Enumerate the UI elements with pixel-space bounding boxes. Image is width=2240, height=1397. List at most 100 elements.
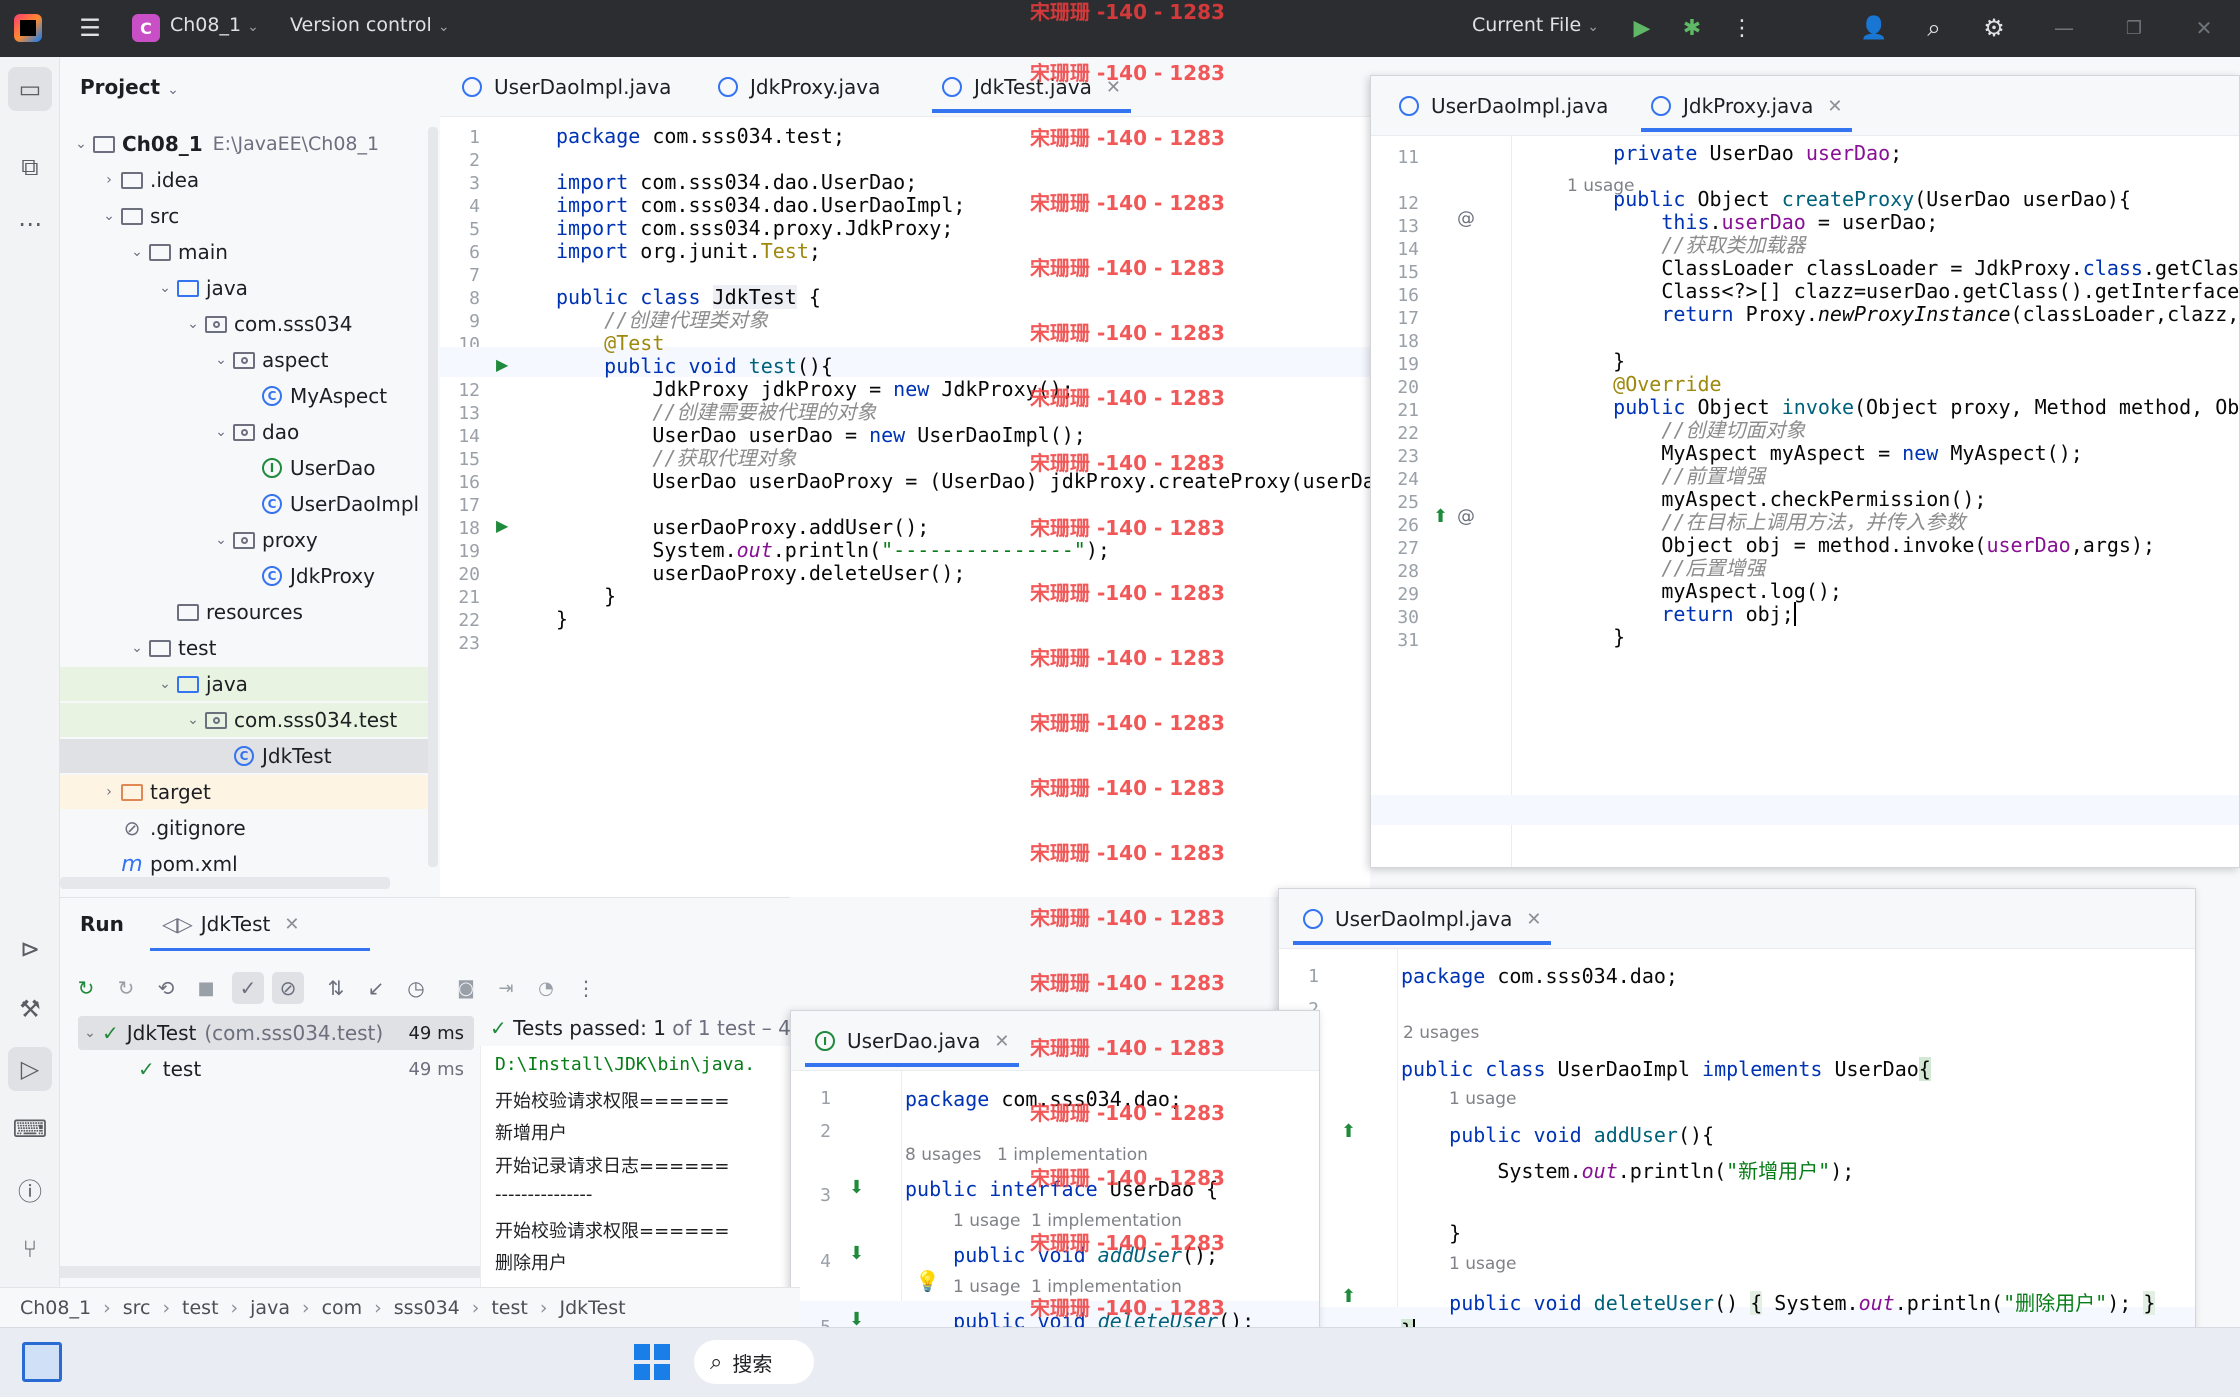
restore-icon[interactable]: ❐ <box>2120 14 2148 42</box>
tree-item[interactable]: ⌄ test <box>60 631 432 665</box>
chevron-down-icon[interactable]: ⌄ <box>98 208 120 224</box>
sort-icon[interactable]: ⇅ <box>322 974 350 1002</box>
run-tab-title[interactable]: Run <box>80 912 124 936</box>
git-tool-icon[interactable]: ⑂ <box>8 1227 52 1271</box>
breadcrumb-item[interactable]: test <box>182 1297 219 1319</box>
tree-hscrollbar[interactable] <box>60 1266 480 1278</box>
tree-item[interactable]: C MyAspect <box>60 379 432 413</box>
usage-hint[interactable]: 1 usage <box>953 1211 1021 1231</box>
breadcrumb-item[interactable]: test <box>491 1297 528 1319</box>
test-suite-row[interactable]: ⌄ ✓ JdkTest (com.sss034.test) 49 ms <box>78 1016 474 1050</box>
tab-userdaoimpl[interactable]: UserDaoImpl.java <box>462 75 671 99</box>
tree-item[interactable]: ⌄ proxy <box>60 523 432 557</box>
breadcrumb-item[interactable]: Ch08_1 <box>20 1297 91 1319</box>
tree-item[interactable]: ⌄ dao <box>60 415 432 449</box>
tree-item[interactable]: C UserDaoImpl <box>60 487 432 521</box>
main-menu-icon[interactable]: ☰ <box>76 14 104 42</box>
usage-hint[interactable]: 2 usages <box>1403 1023 1479 1043</box>
export-icon[interactable]: ⇥ <box>492 974 520 1002</box>
settings-icon[interactable]: ⚙ <box>1980 14 2008 42</box>
editor-jdkproxy[interactable]: UserDaoImpl.java JdkProxy.java ✕ 11 12 13 14… <box>1370 75 2240 868</box>
structure-tool-icon[interactable]: ⧉ <box>8 145 52 189</box>
more-actions-icon[interactable]: ⋮ <box>572 974 600 1002</box>
chevron-down-icon[interactable]: ⌄ <box>126 640 148 656</box>
rerun-icon[interactable]: ↻ <box>72 974 100 1002</box>
project-tool-icon[interactable]: ▭ <box>8 67 52 111</box>
method-usage-icon[interactable]: @ <box>1457 208 1475 229</box>
run-icon[interactable]: ▶ <box>1628 14 1656 42</box>
tab-userdao[interactable]: I UserDao.java ✕ <box>805 1029 1020 1067</box>
tree-item[interactable]: I UserDao <box>60 451 432 485</box>
project-badge[interactable]: C <box>132 14 160 42</box>
chevron-down-icon[interactable]: ⌄ <box>210 424 232 440</box>
close-tab-icon[interactable]: ✕ <box>1526 909 1541 930</box>
code-userdaoimpl[interactable]: package com.sss034.dao; <box>1401 965 1678 988</box>
app-logo-icon[interactable] <box>14 14 42 42</box>
taskbar-search[interactable]: ⌕ 搜索 <box>694 1340 814 1384</box>
start-icon[interactable] <box>634 1344 670 1380</box>
more-tools-icon[interactable]: ⋯ <box>8 202 52 246</box>
project-switcher[interactable]: Ch08_1 ⌄ <box>170 14 259 36</box>
coverage-icon[interactable]: ◔ <box>532 974 560 1002</box>
implemented-icon[interactable]: ⬇ <box>849 1243 864 1264</box>
usage-hint[interactable]: 1 usage <box>1449 1254 1517 1274</box>
tree-item[interactable]: › .idea <box>60 163 432 197</box>
close-tab-icon[interactable]: ✕ <box>994 1031 1009 1052</box>
screenshot-icon[interactable]: ◙ <box>452 974 480 1002</box>
breadcrumb-item[interactable]: JdkTest <box>559 1297 625 1319</box>
services-tool-icon[interactable]: ⊳ <box>8 927 52 971</box>
implements-method-icon[interactable]: ⬆ <box>1341 1286 1356 1307</box>
tree-item[interactable]: C JdkProxy <box>60 559 432 593</box>
usage-hint[interactable]: 1 usage <box>1449 1089 1517 1109</box>
vcs-menu[interactable]: Version control ⌄ <box>290 14 450 36</box>
usage-hint[interactable]: 1 usage <box>953 1277 1021 1297</box>
chevron-down-icon[interactable]: ⌄ <box>126 244 148 260</box>
editor-userdaoimpl[interactable]: UserDaoImpl.java✕ 1234567812 ⬆ ⬆ 2 usage… <box>1278 888 2196 1397</box>
run-tool-icon[interactable]: ▷ <box>8 1047 52 1091</box>
run-test-icon[interactable]: ▶ <box>496 355 508 374</box>
problems-tool-icon[interactable]: ⓘ <box>8 1167 52 1211</box>
usage-hint[interactable]: 8 usages <box>905 1145 981 1165</box>
tree-item[interactable]: ⌄ Ch08_1 E:\JavaEE\Ch08_1 <box>60 127 432 161</box>
widgets-icon[interactable] <box>22 1342 62 1382</box>
tree-item[interactable]: ⌄ src <box>60 199 432 233</box>
tree-hscrollbar[interactable] <box>60 877 390 889</box>
breadcrumb-item[interactable]: java <box>250 1297 290 1319</box>
tab-userdaoimpl[interactable]: UserDaoImpl.java <box>1399 94 1608 118</box>
stop-icon[interactable]: ■ <box>192 974 220 1002</box>
tree-item[interactable]: ⌄ main <box>60 235 432 269</box>
chevron-down-icon[interactable]: ⌄ <box>154 676 176 692</box>
minimize-icon[interactable]: — <box>2050 14 2078 42</box>
tree-item[interactable]: m pom.xml <box>60 847 432 881</box>
tree-item[interactable]: ⌄ aspect <box>60 343 432 377</box>
debug-icon[interactable]: ✱ <box>1678 14 1706 42</box>
close-tab-icon[interactable]: ✕ <box>1827 96 1842 117</box>
history-icon[interactable]: ◷ <box>402 974 430 1002</box>
tab-jdkproxy[interactable]: JdkProxy.java ✕ <box>1641 94 1853 132</box>
chevron-right-icon[interactable]: › <box>98 172 120 188</box>
tree-item[interactable]: ⌄ java <box>60 271 432 305</box>
tree-item[interactable]: ⊘ .gitignore <box>60 811 432 845</box>
chevron-right-icon[interactable]: › <box>98 784 120 800</box>
breadcrumb-item[interactable]: com <box>322 1297 363 1319</box>
chevron-down-icon[interactable]: ⌄ <box>70 136 92 152</box>
test-case-row[interactable]: ✓ test 49 ms <box>78 1052 474 1086</box>
tree-item[interactable]: ⌄ com.sss034 <box>60 307 432 341</box>
intention-bulb-icon[interactable]: 💡 <box>915 1269 940 1293</box>
build-tool-icon[interactable]: ⚒ <box>8 987 52 1031</box>
chevron-down-icon[interactable]: ⌄ <box>182 316 204 332</box>
close-icon[interactable]: ✕ <box>2190 14 2218 42</box>
import-tests-icon[interactable]: ↙ <box>362 974 390 1002</box>
chevron-down-icon[interactable]: ⌄ <box>210 532 232 548</box>
show-passed-icon[interactable]: ✓ <box>232 972 264 1004</box>
implements-method-icon[interactable]: ⬆ <box>1433 506 1448 527</box>
search-icon[interactable]: ⌕ <box>1920 14 1948 42</box>
console-output[interactable]: D:\Install\JDK\bin\java. 开始校验请求权限====== 新增… <box>480 1046 790 1288</box>
implements-method-icon[interactable]: ⬆ <box>1341 1121 1356 1142</box>
tab-userdaoimpl[interactable]: UserDaoImpl.java ✕ <box>1293 907 1552 945</box>
rerun-failed-icon[interactable]: ↻ <box>112 974 140 1002</box>
tree-item[interactable]: ⌄ java <box>60 667 432 701</box>
breadcrumb-item[interactable]: src <box>123 1297 151 1319</box>
more-actions-icon[interactable]: ⋮ <box>1728 14 1756 42</box>
chevron-down-icon[interactable]: ⌄ <box>182 712 204 728</box>
